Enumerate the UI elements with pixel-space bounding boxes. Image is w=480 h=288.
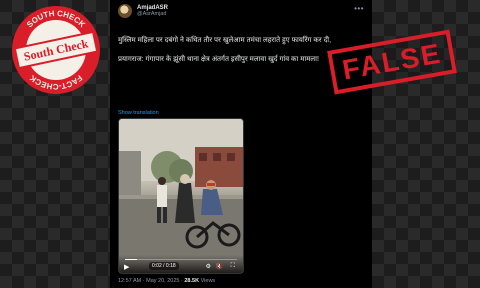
- handle[interactable]: @AsrAmjad: [137, 11, 168, 18]
- south-check-logo: SOUTH CHECK FACT-CHECK South Check: [12, 6, 100, 94]
- video-time: 0:02 / 0:18: [149, 262, 179, 270]
- author-block: AmjadASR @AsrAmjad: [137, 5, 168, 18]
- tweet-text-line-1: मुस्लिम महिला पर दबंगो ने कथित तौर पर खु…: [118, 37, 332, 44]
- show-translation-link[interactable]: Show translation: [118, 110, 159, 116]
- views-count: 28.5K: [184, 278, 200, 284]
- posted-time[interactable]: 12:57 AM · May 20, 2025: [118, 278, 179, 284]
- tweet-header: AmjadASR @AsrAmjad: [118, 4, 168, 18]
- tweet-meta: 12:57 AM · May 20, 2025 · 28.5K Views: [118, 278, 215, 284]
- volume-icon[interactable]: 🔇: [216, 263, 223, 270]
- views-label: Views: [200, 278, 216, 284]
- video-player[interactable]: ▶ 0:02 / 0:18 ⚙ 🔇 ⛶: [118, 118, 244, 274]
- video-frame: [119, 119, 243, 273]
- avatar[interactable]: [118, 4, 132, 18]
- video-controls: ▶ 0:02 / 0:18 ⚙ 🔇 ⛶: [119, 255, 243, 273]
- more-options-icon[interactable]: •••: [354, 4, 364, 13]
- display-name[interactable]: AmjadASR: [137, 5, 168, 11]
- play-icon[interactable]: ▶: [124, 263, 129, 271]
- settings-icon[interactable]: ⚙: [206, 263, 211, 270]
- fullscreen-icon[interactable]: ⛶: [231, 263, 235, 270]
- progress-fill: [125, 258, 138, 260]
- progress-bar[interactable]: [125, 258, 237, 260]
- tweet-card: AmjadASR @AsrAmjad ••• मुस्लिम महिला पर …: [110, 0, 372, 288]
